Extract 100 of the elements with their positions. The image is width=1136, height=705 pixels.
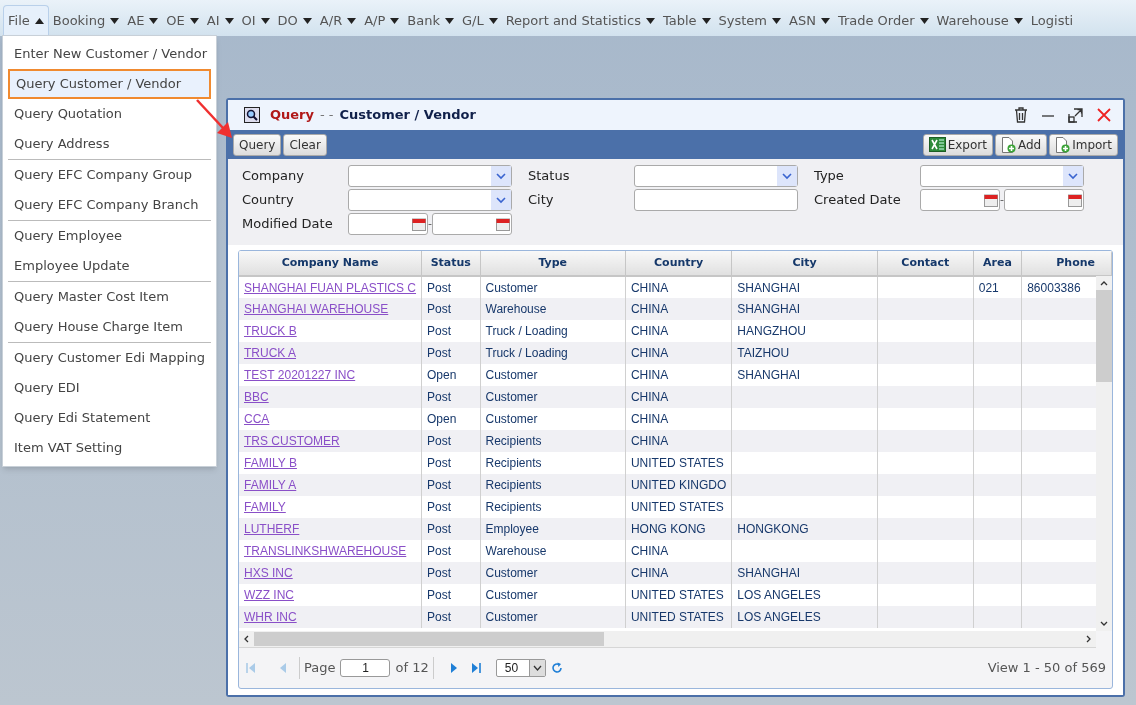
date-field[interactable]: [432, 213, 512, 235]
menu-option[interactable]: Query Edi Statement: [8, 403, 211, 433]
column-header[interactable]: Company Name: [239, 251, 422, 276]
toolbar-button[interactable]: Import: [1049, 133, 1118, 156]
menu-item[interactable]: OI: [238, 5, 273, 36]
company-link[interactable]: TRS CUSTOMER: [244, 434, 340, 448]
menu-option[interactable]: Query Employee: [8, 221, 211, 251]
company-link[interactable]: BBC: [244, 390, 269, 404]
chevron-down-icon[interactable]: [782, 172, 792, 180]
menu-option[interactable]: Enter New Customer / Vendor: [8, 39, 211, 69]
menu-item[interactable]: OE: [163, 5, 202, 36]
menu-item[interactable]: AE: [124, 5, 162, 36]
company-link[interactable]: FAMILY B: [244, 456, 297, 470]
column-header[interactable]: Status: [421, 251, 480, 276]
menu-item[interactable]: Warehouse: [933, 5, 1026, 36]
refresh-icon[interactable]: [550, 662, 563, 674]
calendar-icon[interactable]: [1068, 193, 1082, 207]
menu-item[interactable]: Trade Order: [834, 5, 932, 36]
toolbar-button[interactable]: Clear: [283, 133, 327, 156]
company-link[interactable]: LUTHERF: [244, 522, 300, 536]
calendar-icon[interactable]: [412, 217, 426, 231]
dropdown-field[interactable]: [348, 165, 512, 187]
dropdown-field[interactable]: [920, 165, 1084, 187]
company-link[interactable]: WHR INC: [244, 610, 297, 624]
company-link[interactable]: TRUCK A: [244, 346, 296, 360]
company-link[interactable]: FAMILY A: [244, 478, 297, 492]
menu-item[interactable]: A/P: [361, 5, 403, 36]
menu-option[interactable]: Query EDI: [8, 373, 211, 403]
page-input[interactable]: 1: [340, 659, 391, 677]
table-cell: LOS ANGELES: [737, 610, 821, 624]
column-header[interactable]: Contact: [877, 251, 974, 276]
chevron-down-icon[interactable]: [532, 665, 542, 671]
menu-item[interactable]: AI: [203, 5, 237, 36]
scroll-thumb[interactable]: [254, 632, 604, 646]
date-field[interactable]: [1004, 189, 1084, 211]
menu-option[interactable]: Query House Charge Item: [8, 312, 211, 342]
table-cell: Recipients: [485, 456, 542, 470]
menu-item[interactable]: DO: [274, 5, 315, 36]
menu-item[interactable]: ASN: [786, 5, 833, 36]
company-link[interactable]: TRANSLINKSHWAREHOUSE: [244, 544, 407, 558]
dropdown-field[interactable]: [348, 189, 512, 211]
menu-option[interactable]: Item VAT Setting: [8, 433, 211, 463]
caret-icon: [302, 17, 312, 24]
caret-icon: [390, 17, 400, 24]
vertical-scrollbar[interactable]: [1096, 276, 1112, 631]
column-header[interactable]: Phone: [1021, 251, 1112, 276]
table-cell: SHANGHAI: [737, 566, 800, 580]
company-link[interactable]: SHANGHAI WAREHOUSE: [244, 302, 389, 316]
column-header[interactable]: City: [731, 251, 878, 276]
toolbar-button[interactable]: Query: [233, 133, 282, 156]
input-field[interactable]: [634, 189, 798, 211]
document-plus-icon: [1055, 136, 1071, 153]
trash-icon[interactable]: [1014, 107, 1028, 123]
menu-option[interactable]: Query EFC Company Branch: [8, 190, 211, 220]
page-size-select[interactable]: 50: [495, 659, 546, 677]
company-link[interactable]: HXS INC: [244, 566, 293, 580]
menu-option[interactable]: Query Master Cost Item: [8, 282, 211, 312]
menu-option[interactable]: Employee Update: [8, 251, 211, 281]
toolbar-button[interactable]: Export: [922, 133, 993, 156]
scroll-thumb[interactable]: [1096, 290, 1112, 382]
menu-item[interactable]: Logisti: [1027, 5, 1077, 36]
company-link[interactable]: WZZ INC: [244, 588, 294, 602]
menu-option[interactable]: Query Customer Edi Mapping: [8, 343, 211, 373]
table-cell: Post: [427, 544, 452, 558]
menu-option[interactable]: Query Customer / Vendor: [8, 69, 211, 99]
calendar-icon[interactable]: [984, 193, 998, 207]
horizontal-scrollbar[interactable]: [239, 631, 1096, 648]
column-header[interactable]: Country: [625, 251, 732, 276]
company-link[interactable]: CCA: [244, 412, 270, 426]
menu-option[interactable]: Query EFC Company Group: [8, 160, 211, 190]
date-field[interactable]: [348, 213, 428, 235]
toolbar-button[interactable]: Add: [994, 133, 1048, 156]
menu-item[interactable]: Table: [659, 5, 714, 36]
menu-option[interactable]: Query Address: [8, 129, 211, 159]
menu-item[interactable]: File: [3, 5, 49, 36]
range-dash: -: [1000, 191, 1004, 208]
menu-item[interactable]: Report and Statistics: [502, 5, 658, 36]
menu-item[interactable]: Bank: [404, 5, 457, 36]
dropdown-field[interactable]: [634, 165, 798, 187]
chevron-down-icon[interactable]: [496, 172, 506, 180]
caret-icon: [34, 18, 44, 24]
menu-option[interactable]: Query Quotation: [8, 99, 211, 129]
maximize-icon[interactable]: [1068, 107, 1083, 123]
menu-item[interactable]: G/L: [458, 5, 501, 36]
column-header[interactable]: Area: [973, 251, 1022, 276]
table-cell: Warehouse: [485, 302, 547, 316]
chevron-down-icon[interactable]: [1068, 172, 1078, 180]
chevron-down-icon[interactable]: [496, 196, 506, 204]
menu-item[interactable]: A/R: [316, 5, 360, 36]
calendar-icon[interactable]: [496, 217, 510, 231]
company-link[interactable]: SHANGHAI FUAN PLASTICS C: [244, 280, 417, 295]
date-field[interactable]: [920, 189, 1000, 211]
company-link[interactable]: TRUCK B: [244, 324, 297, 338]
company-link[interactable]: TEST 20201227 INC: [244, 368, 356, 382]
menu-item[interactable]: Booking: [49, 5, 123, 36]
column-header[interactable]: Type: [480, 251, 626, 276]
last-page-icon[interactable]: [469, 662, 482, 674]
company-link[interactable]: FAMILY: [244, 500, 286, 514]
close-icon[interactable]: [1097, 108, 1111, 122]
menu-item[interactable]: System: [715, 5, 784, 36]
